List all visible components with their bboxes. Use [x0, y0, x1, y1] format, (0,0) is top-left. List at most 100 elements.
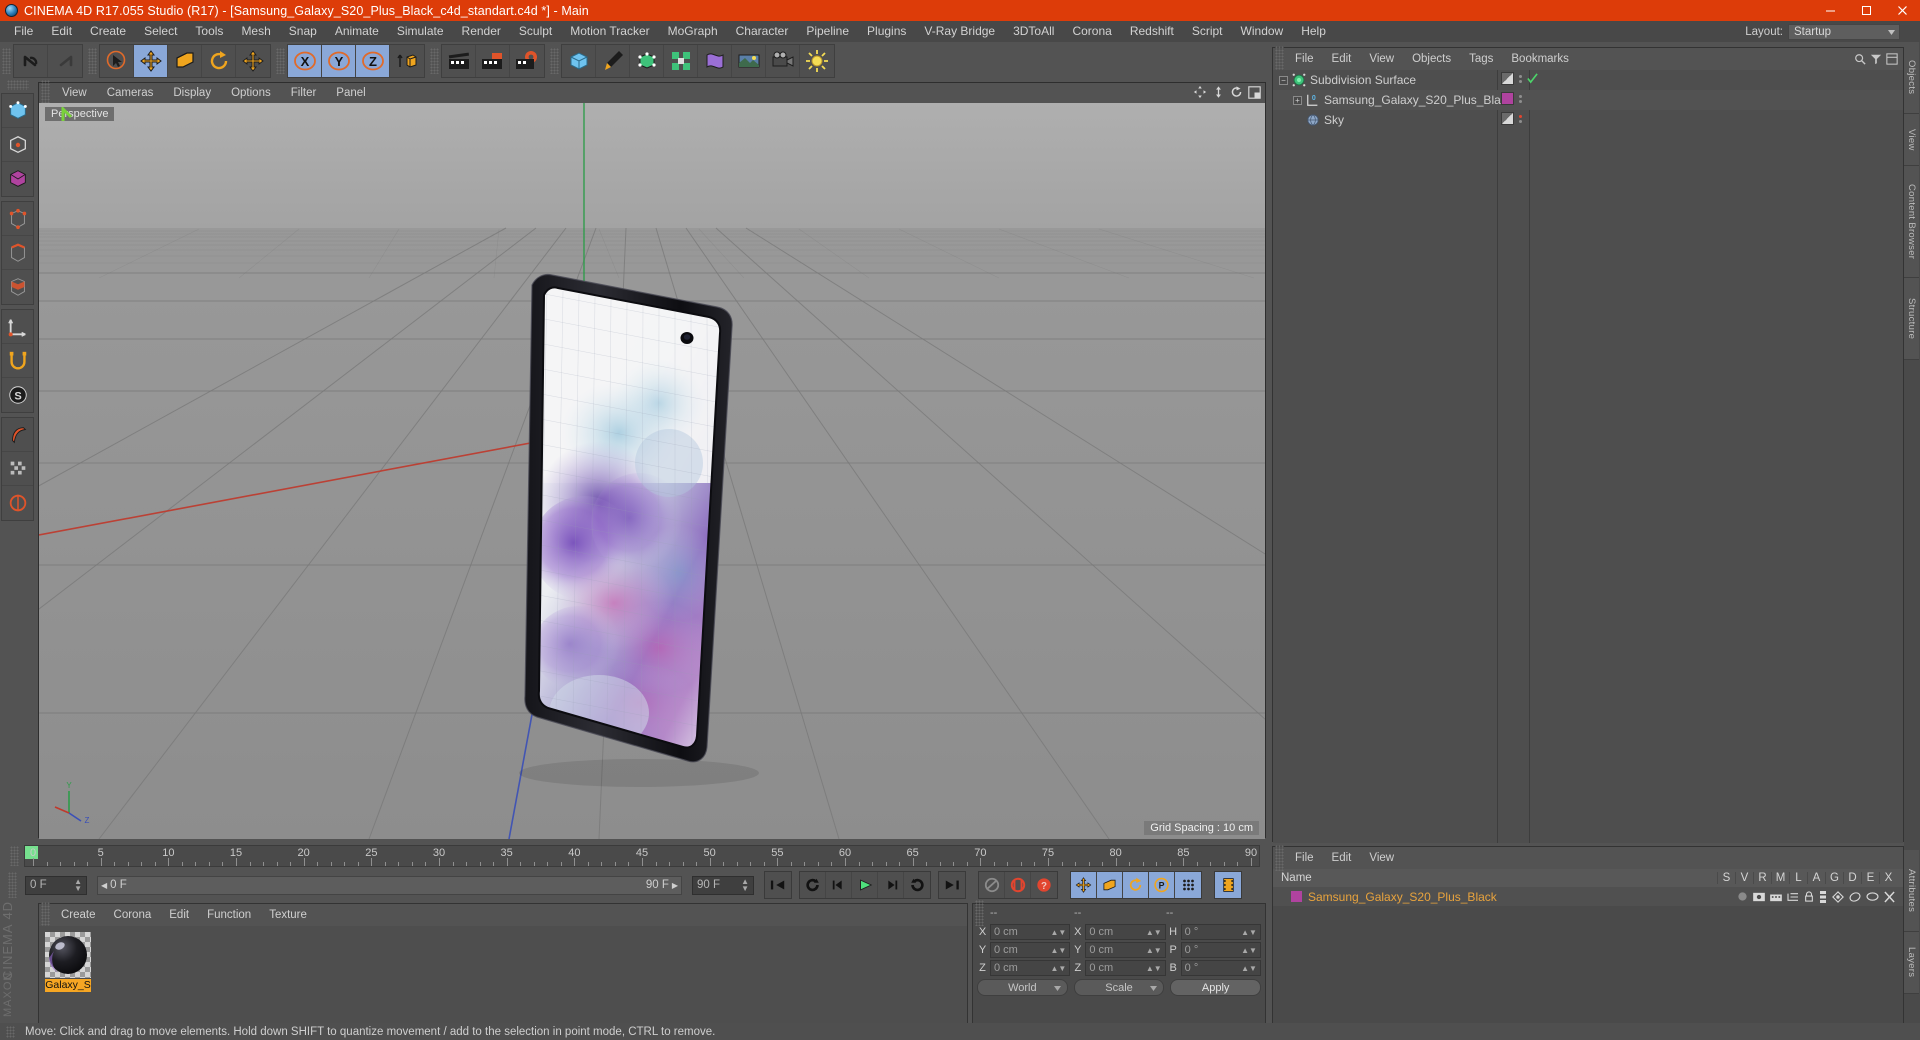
axis-y-icon[interactable]: Y: [322, 45, 356, 77]
previous-key-icon[interactable]: [800, 872, 826, 898]
polygons-mode-icon[interactable]: [2, 270, 33, 304]
zoom-view-icon[interactable]: [1212, 85, 1225, 99]
coord-field-pos-x[interactable]: 0 cm ▲▼: [990, 924, 1071, 940]
spinner-icon[interactable]: ▲▼: [1241, 964, 1257, 972]
layermgr-menu-view[interactable]: View: [1360, 847, 1403, 869]
layer-col-s[interactable]: S: [1717, 872, 1735, 884]
coord-field-size-z[interactable]: 0 cm ▲▼: [1085, 960, 1166, 976]
objmgr-menu-bookmarks[interactable]: Bookmarks: [1502, 48, 1578, 70]
axis-x-icon[interactable]: X: [288, 45, 322, 77]
go-to-start-icon[interactable]: [765, 872, 791, 898]
objmgr-menu-tags[interactable]: Tags: [1460, 48, 1502, 70]
solo-icon[interactable]: [1737, 891, 1748, 902]
object-manager-grip[interactable]: [1275, 46, 1284, 72]
edge-tab-view[interactable]: View: [1904, 114, 1919, 166]
spinner-icon[interactable]: ▲▼: [74, 878, 82, 893]
edge-tab-content-browser[interactable]: Content Browser: [1904, 166, 1919, 278]
coord-field-pos-z[interactable]: 0 cm ▲▼: [990, 960, 1071, 976]
maximize-icon[interactable]: [1848, 0, 1884, 21]
light-icon[interactable]: [800, 45, 834, 77]
menu-item-tools[interactable]: Tools: [186, 21, 232, 42]
scale-tool-icon[interactable]: [168, 45, 202, 77]
filter-icon[interactable]: [1870, 53, 1882, 65]
viewport-menu-view[interactable]: View: [52, 83, 97, 103]
layout-icon[interactable]: [1886, 53, 1898, 65]
menu-item-help[interactable]: Help: [1292, 21, 1335, 42]
display-tag-icon[interactable]: [1501, 72, 1514, 85]
redo-icon[interactable]: [48, 45, 82, 77]
rotate-tool-icon[interactable]: [202, 45, 236, 77]
rotation-key-icon[interactable]: [1123, 872, 1149, 898]
live-selection-icon[interactable]: [100, 45, 134, 77]
coord-mode-select[interactable]: Scale: [1073, 979, 1165, 996]
render-settings-icon[interactable]: [510, 45, 544, 77]
record-active-objects-icon[interactable]: [1005, 872, 1031, 898]
viewport-solo-icon[interactable]: [2, 418, 33, 452]
points-mode-icon[interactable]: [2, 202, 33, 236]
menu-item-script[interactable]: Script: [1183, 21, 1232, 42]
workplane-icon[interactable]: S: [2, 378, 33, 412]
edge-tab-layers[interactable]: Layers: [1904, 932, 1919, 994]
mograph-icon[interactable]: [664, 45, 698, 77]
go-to-end-icon[interactable]: [939, 872, 965, 898]
menu-item-plugins[interactable]: Plugins: [858, 21, 915, 42]
spinner-icon[interactable]: ▲▼: [1241, 928, 1257, 936]
menu-item-motion-tracker[interactable]: Motion Tracker: [561, 21, 658, 42]
menu-item-redshift[interactable]: Redshift: [1121, 21, 1183, 42]
layer-col-l[interactable]: L: [1789, 872, 1807, 884]
object-row-subdivision-surface[interactable]: − Subdivision Surface: [1273, 70, 1903, 90]
axis-z-icon[interactable]: Z: [356, 45, 390, 77]
viewport-menu-filter[interactable]: Filter: [281, 83, 327, 103]
null-object-icon[interactable]: [2, 486, 33, 520]
range-right-arrow-icon[interactable]: ▶: [672, 881, 678, 890]
environment-icon[interactable]: [732, 45, 766, 77]
coord-field-size-y[interactable]: 0 cm ▲▼: [1085, 942, 1166, 958]
spinner-icon[interactable]: ▲▼: [741, 878, 749, 893]
menu-item-corona[interactable]: Corona: [1063, 21, 1120, 42]
expression-icon[interactable]: [1866, 891, 1879, 902]
layermgr-menu-edit[interactable]: Edit: [1323, 847, 1361, 869]
menu-item-vray-bridge[interactable]: V-Ray Bridge: [915, 21, 1004, 42]
matmgr-menu-texture[interactable]: Texture: [260, 904, 316, 926]
layer-col-v[interactable]: V: [1735, 872, 1753, 884]
layer-col-x[interactable]: X: [1879, 872, 1897, 884]
enable-snap-icon[interactable]: [2, 344, 33, 378]
edge-tab-objects[interactable]: Objects: [1904, 42, 1919, 114]
object-row-samsung-galaxy[interactable]: + 0 Samsung_Galaxy_S20_Plus_Black: [1273, 90, 1903, 110]
deformer-icon[interactable]: [698, 45, 732, 77]
render-to-picture-viewer-icon[interactable]: [476, 45, 510, 77]
play-forward-icon[interactable]: [852, 872, 878, 898]
search-icon[interactable]: [1854, 53, 1866, 65]
move-tool-icon[interactable]: [134, 45, 168, 77]
toolbar-grip[interactable]: [550, 48, 559, 74]
coord-field-rot-p[interactable]: 0 ° ▲▼: [1180, 942, 1261, 958]
world-object-icon[interactable]: [390, 45, 424, 77]
render-icon[interactable]: [1770, 892, 1782, 902]
step-back-icon[interactable]: [826, 872, 852, 898]
deformer-icon[interactable]: [1849, 891, 1861, 903]
objmgr-menu-file[interactable]: File: [1286, 48, 1323, 70]
menu-item-edit[interactable]: Edit: [42, 21, 81, 42]
coord-apply-button[interactable]: Apply: [1170, 979, 1262, 996]
toolbar-grip[interactable]: [430, 48, 439, 74]
matmgr-menu-create[interactable]: Create: [52, 904, 105, 926]
menu-item-snap[interactable]: Snap: [280, 21, 326, 42]
edge-tab-structure[interactable]: Structure: [1904, 278, 1919, 360]
model-mode-icon[interactable]: [2, 128, 33, 162]
toolbar-grip[interactable]: [276, 48, 285, 74]
lock-icon[interactable]: [2, 452, 33, 486]
maximize-view-icon[interactable]: [1248, 85, 1261, 99]
layermgr-menu-file[interactable]: File: [1286, 847, 1323, 869]
timeline-ruler[interactable]: 0 5 10 15 20 25 30 35 40 45 50 55 60 65 70 75 80 85 90: [24, 845, 1260, 867]
objmgr-menu-edit[interactable]: Edit: [1323, 48, 1361, 70]
coordinate-manager-grip[interactable]: [975, 900, 984, 926]
menu-item-select[interactable]: Select: [135, 21, 186, 42]
timeline-icon[interactable]: [1215, 872, 1241, 898]
menu-item-window[interactable]: Window: [1232, 21, 1293, 42]
spinner-icon[interactable]: ▲▼: [1050, 928, 1066, 936]
toolbar-grip[interactable]: [2, 48, 11, 74]
palette-grip[interactable]: [6, 80, 29, 90]
coord-field-pos-y[interactable]: 0 cm ▲▼: [990, 942, 1071, 958]
material-tag-icon[interactable]: [1501, 92, 1514, 105]
objmgr-menu-view[interactable]: View: [1360, 48, 1403, 70]
